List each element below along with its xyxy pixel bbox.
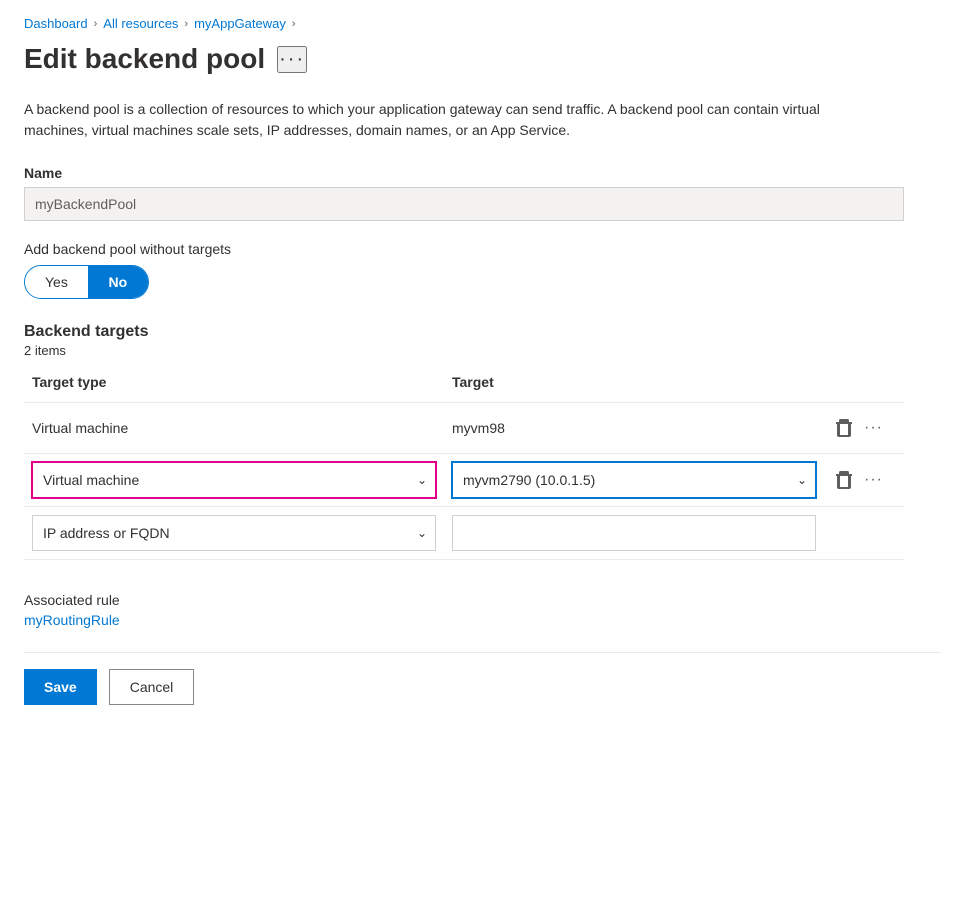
associated-rule-link[interactable]: myRoutingRule [24,612,120,628]
page-header: Edit backend pool ··· [24,43,941,75]
table-row-static: Virtual machine myvm98 ··· [24,403,904,454]
footer-actions: Save Cancel [24,669,941,705]
trash-icon [836,419,852,437]
breadcrumb-sep-2: › [184,18,188,30]
header-target-type: Target type [24,370,444,394]
editable-row1-type-select-wrapper: Virtual machine IP address or FQDN ⌄ [32,462,436,498]
items-count: 2 items [24,343,941,358]
editable-row2-actions [824,529,904,537]
table-row-editable-1: Virtual machine IP address or FQDN ⌄ myv… [24,454,904,507]
header-actions [824,370,904,394]
toggle-yes[interactable]: Yes [25,266,88,298]
breadcrumb: Dashboard › All resources › myAppGateway… [24,16,941,31]
editable-row1-more-button[interactable]: ··· [864,471,883,489]
name-field-section: Name [24,165,941,221]
backend-targets-table: Target type Target Virtual machine myvm9… [24,370,904,560]
header-target: Target [444,370,824,394]
editable-row1-target-select[interactable]: myvm2790 (10.0.1.5) myvm98 [453,463,815,497]
save-button[interactable]: Save [24,669,97,705]
page-title: Edit backend pool [24,43,265,75]
static-row-delete-button[interactable] [832,415,856,441]
editable-row2-type-select-wrapper: IP address or FQDN Virtual machine ⌄ [32,515,436,551]
editable-row1-delete-button[interactable] [832,467,856,493]
static-row-target-type: Virtual machine [24,416,444,440]
editable-row2-target-input[interactable] [452,515,816,551]
editable-row1-target-select-wrapper: myvm2790 (10.0.1.5) myvm98 ⌄ [452,462,816,498]
static-row-target: myvm98 [444,416,824,440]
cancel-button[interactable]: Cancel [109,669,195,705]
breadcrumb-dashboard[interactable]: Dashboard [24,16,88,31]
name-input[interactable] [24,187,904,221]
toggle-no[interactable]: No [88,266,148,298]
breadcrumb-sep-1: › [94,18,98,30]
associated-rule-label: Associated rule [24,592,941,608]
toggle-section: Add backend pool without targets Yes No [24,241,941,299]
editable-row2-type-cell: IP address or FQDN Virtual machine ⌄ [24,511,444,555]
associated-rule-section: Associated rule myRoutingRule [24,592,941,628]
trash-icon-2 [836,471,852,489]
footer-divider [24,652,941,653]
name-label: Name [24,165,941,181]
breadcrumb-sep-3: › [292,18,296,30]
backend-targets-title: Backend targets [24,323,941,341]
backend-targets-section: Backend targets 2 items Target type Targ… [24,323,941,560]
description-text: A backend pool is a collection of resour… [24,99,844,141]
toggle-switch[interactable]: Yes No [24,265,149,299]
editable-row2-type-select[interactable]: IP address or FQDN Virtual machine [33,516,435,550]
editable-row1-type-cell: Virtual machine IP address or FQDN ⌄ [24,458,444,502]
breadcrumb-all-resources[interactable]: All resources [103,16,178,31]
editable-row2-target-cell [444,511,824,555]
more-options-button[interactable]: ··· [277,46,307,73]
page-container: Dashboard › All resources › myAppGateway… [0,0,965,911]
static-row-more-button[interactable]: ··· [864,419,883,437]
editable-row1-target-cell: myvm2790 (10.0.1.5) myvm98 ⌄ [444,458,824,502]
toggle-label: Add backend pool without targets [24,241,941,257]
editable-row1-type-select[interactable]: Virtual machine IP address or FQDN [33,463,435,497]
static-row-actions: ··· [824,411,904,445]
breadcrumb-myappgateway[interactable]: myAppGateway [194,16,286,31]
editable-row1-actions: ··· [824,463,904,497]
table-row-editable-2: IP address or FQDN Virtual machine ⌄ [24,507,904,560]
table-header: Target type Target [24,370,904,403]
